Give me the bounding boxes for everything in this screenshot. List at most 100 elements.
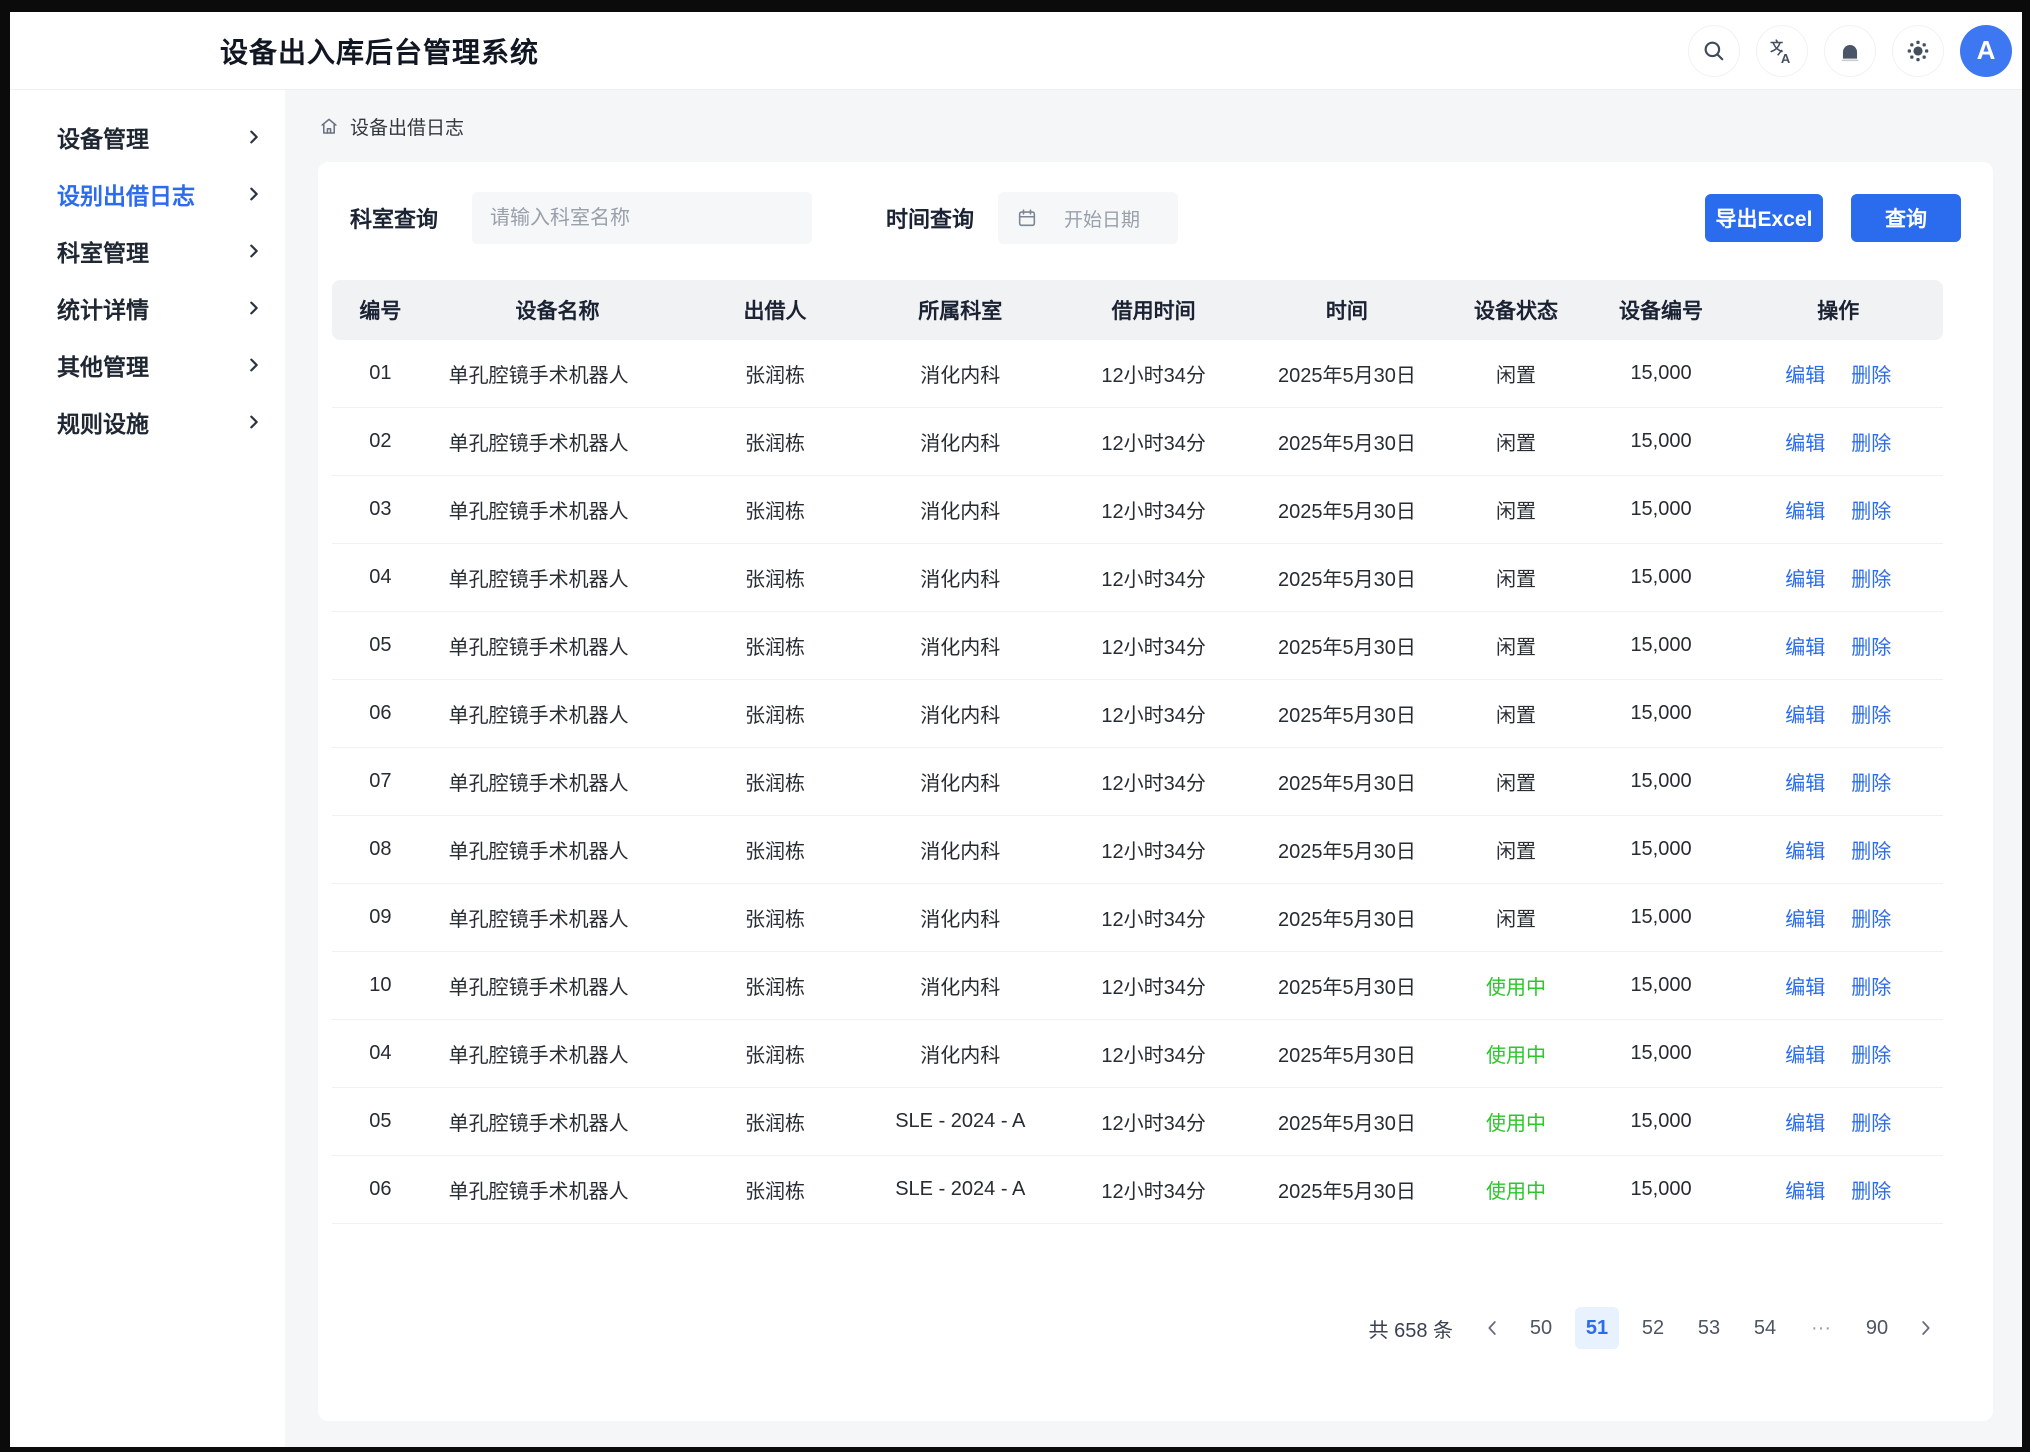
edit-link[interactable]: 编辑 — [1785, 631, 1825, 660]
cell-duration: 12小时34分 — [1057, 699, 1250, 728]
delete-link[interactable]: 删除 — [1851, 563, 1891, 592]
cell-actions: 编辑删除 — [1734, 495, 1943, 524]
cell-lender: 张润栋 — [686, 1175, 863, 1204]
delete-link[interactable]: 删除 — [1851, 971, 1891, 1000]
column-header-4: 借用时间 — [1057, 295, 1250, 325]
svg-text:A: A — [1781, 50, 1791, 63]
edit-link[interactable]: 编辑 — [1785, 1107, 1825, 1136]
delete-link[interactable]: 删除 — [1851, 699, 1891, 728]
calendar-icon — [1016, 207, 1038, 229]
cell-device-number: 15,000 — [1589, 1178, 1734, 1201]
delete-link[interactable]: 删除 — [1851, 359, 1891, 388]
delete-link[interactable]: 删除 — [1851, 427, 1891, 456]
chevron-right-icon — [245, 413, 263, 431]
sidebar-item-label: 设别出借日志 — [57, 177, 195, 211]
sidebar-item-4[interactable]: 其他管理 — [10, 336, 285, 393]
edit-link[interactable]: 编辑 — [1785, 971, 1825, 1000]
prev-page-button[interactable] — [1475, 1307, 1511, 1349]
edit-link[interactable]: 编辑 — [1785, 699, 1825, 728]
delete-link[interactable]: 删除 — [1851, 767, 1891, 796]
cell-device-number: 15,000 — [1589, 974, 1734, 997]
cell-device-number: 15,000 — [1589, 1110, 1734, 1133]
sidebar-item-0[interactable]: 设备管理 — [10, 108, 285, 165]
delete-link[interactable]: 删除 — [1851, 1039, 1891, 1068]
notification-button[interactable] — [1824, 25, 1876, 77]
cell-dept: 消化内科 — [864, 1039, 1057, 1068]
pagination: 共 658 条 5051525354···90 — [1369, 1307, 1943, 1349]
edit-link[interactable]: 编辑 — [1785, 427, 1825, 456]
edit-link[interactable]: 编辑 — [1785, 495, 1825, 524]
cell-status: 闲置 — [1444, 835, 1589, 864]
delete-link[interactable]: 删除 — [1851, 903, 1891, 932]
sidebar-item-1[interactable]: 设别出借日志 — [10, 165, 285, 222]
start-date-picker[interactable]: 开始日期 — [998, 192, 1178, 244]
column-header-1: 设备名称 — [429, 295, 687, 325]
cell-date: 2025年5月30日 — [1250, 835, 1443, 864]
page-button-52[interactable]: 52 — [1631, 1307, 1675, 1349]
theme-button[interactable] — [1892, 25, 1944, 77]
next-page-button[interactable] — [1907, 1307, 1943, 1349]
dept-search-label: 科室查询 — [350, 202, 438, 234]
search-button[interactable] — [1688, 25, 1740, 77]
export-excel-button[interactable]: 导出Excel — [1705, 194, 1823, 242]
cell-device-name: 单孔腔镜手术机器人 — [429, 631, 687, 660]
dept-search-input[interactable] — [472, 192, 812, 244]
delete-link[interactable]: 删除 — [1851, 835, 1891, 864]
cell-lender: 张润栋 — [686, 563, 863, 592]
page-button-54[interactable]: 54 — [1743, 1307, 1787, 1349]
cell-duration: 12小时34分 — [1057, 903, 1250, 932]
page-button-90[interactable]: 90 — [1855, 1307, 1899, 1349]
cell-duration: 12小时34分 — [1057, 1039, 1250, 1068]
edit-link[interactable]: 编辑 — [1785, 835, 1825, 864]
table-header-row: 编号设备名称出借人所属科室借用时间时间设备状态设备编号操作 — [332, 280, 1943, 340]
time-search-label: 时间查询 — [886, 202, 974, 234]
page-button-51[interactable]: 51 — [1575, 1307, 1619, 1349]
cell-status: 使用中 — [1444, 1039, 1589, 1068]
delete-link[interactable]: 删除 — [1851, 1107, 1891, 1136]
search-icon — [1701, 38, 1727, 64]
sidebar-item-2[interactable]: 科室管理 — [10, 222, 285, 279]
edit-link[interactable]: 编辑 — [1785, 1175, 1825, 1204]
delete-link[interactable]: 删除 — [1851, 1175, 1891, 1204]
cell-device-number: 15,000 — [1589, 906, 1734, 929]
cell-status: 闲置 — [1444, 495, 1589, 524]
translate-button[interactable]: 文 A — [1756, 25, 1808, 77]
cell-dept: SLE - 2024 - A — [864, 1110, 1057, 1133]
table-body: 01单孔腔镜手术机器人张润栋消化内科12小时34分2025年5月30日闲置15,… — [332, 340, 1943, 1224]
page-button-53[interactable]: 53 — [1687, 1307, 1731, 1349]
column-header-7: 设备编号 — [1589, 295, 1734, 325]
table-row: 09单孔腔镜手术机器人张润栋消化内科12小时34分2025年5月30日闲置15,… — [332, 884, 1943, 952]
cell-device-number: 15,000 — [1589, 634, 1734, 657]
cell-id: 10 — [332, 974, 429, 997]
sidebar-item-3[interactable]: 统计详情 — [10, 279, 285, 336]
cell-device-name: 单孔腔镜手术机器人 — [429, 563, 687, 592]
delete-link[interactable]: 删除 — [1851, 631, 1891, 660]
cell-device-name: 单孔腔镜手术机器人 — [429, 699, 687, 728]
cell-date: 2025年5月30日 — [1250, 631, 1443, 660]
table-row: 04单孔腔镜手术机器人张润栋消化内科12小时34分2025年5月30日闲置15,… — [332, 544, 1943, 612]
cell-date: 2025年5月30日 — [1250, 971, 1443, 1000]
cell-date: 2025年5月30日 — [1250, 903, 1443, 932]
page-button-50[interactable]: 50 — [1519, 1307, 1563, 1349]
delete-link[interactable]: 删除 — [1851, 495, 1891, 524]
cell-id: 02 — [332, 430, 429, 453]
cell-dept: 消化内科 — [864, 767, 1057, 796]
cell-device-number: 15,000 — [1589, 430, 1734, 453]
edit-link[interactable]: 编辑 — [1785, 767, 1825, 796]
cell-duration: 12小时34分 — [1057, 631, 1250, 660]
sidebar-item-5[interactable]: 规则设施 — [10, 393, 285, 450]
cell-status: 闲置 — [1444, 767, 1589, 796]
cell-dept: 消化内科 — [864, 903, 1057, 932]
chevron-right-icon — [245, 128, 263, 146]
avatar[interactable]: A — [1960, 25, 2012, 77]
table-row: 05单孔腔镜手术机器人张润栋SLE - 2024 - A12小时34分2025年… — [332, 1088, 1943, 1156]
top-bar: 设备出入库后台管理系统 文 A — [10, 12, 2022, 90]
edit-link[interactable]: 编辑 — [1785, 359, 1825, 388]
edit-link[interactable]: 编辑 — [1785, 563, 1825, 592]
column-header-6: 设备状态 — [1444, 295, 1589, 325]
cell-actions: 编辑删除 — [1734, 1107, 1943, 1136]
edit-link[interactable]: 编辑 — [1785, 1039, 1825, 1068]
table-row: 08单孔腔镜手术机器人张润栋消化内科12小时34分2025年5月30日闲置15,… — [332, 816, 1943, 884]
query-button[interactable]: 查询 — [1851, 194, 1961, 242]
edit-link[interactable]: 编辑 — [1785, 903, 1825, 932]
